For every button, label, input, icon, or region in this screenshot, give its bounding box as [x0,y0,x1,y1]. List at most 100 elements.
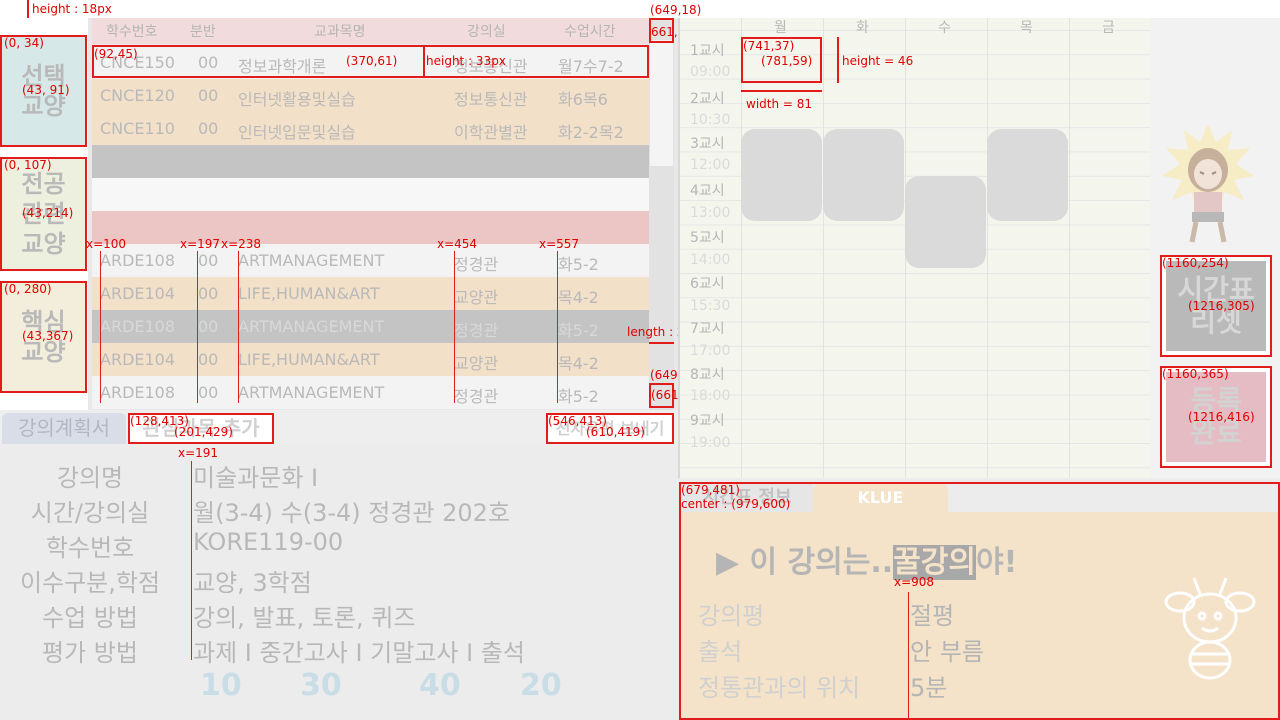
timetable-block[interactable] [741,129,822,221]
col-marker-238 [238,251,239,403]
timetable-block[interactable] [905,176,986,268]
score-midterm: 30 [300,668,342,703]
time-1030: 10:30 [690,112,731,128]
klue-headline: ▶ 이 강의는..꿀강의야! [716,537,1017,581]
time-0900: 09:00 [690,64,731,80]
col-marker-100 [100,251,101,403]
cell-name: 인터넷활용및실습 [238,90,356,109]
table-row[interactable]: ARDE104 00 LIFE,HUMAN&ART 교양관 목4-2 [92,277,649,310]
headline-prefix: ▶ 이 강의는.. [716,545,894,580]
cell-room: 교양관 [454,354,499,373]
cell-code: ARDE104 [100,350,176,369]
time-1400: 14:00 [690,252,731,268]
klue-label-attendance: 출석 [698,638,743,666]
annotation-top-height: height : 18px [32,2,112,16]
day-tue: 화 [856,20,869,36]
table-scrollbar-thumb[interactable] [650,40,673,166]
info-divider-marker [191,461,192,660]
cell-room: 정경관 [454,321,499,340]
info-value-name: 미술과문화 I [193,464,319,492]
annotation-x908: x=908 [894,575,935,589]
cell-code: ARDE108 [100,383,176,402]
table-row[interactable]: CNCE120 00 인터넷활용및실습 정보통신관 화6목6 [92,79,649,112]
timetable-header: 월 화 수 목 금 [680,16,1150,36]
table-row[interactable]: CNCE110 00 인터넷입문및실습 이학관별관 화2-2목2 [92,112,649,145]
klue-value-distance: 5분 [910,674,948,702]
info-value-time: 월(3-4) 수(3-4) 정경관 202호 [193,499,511,527]
annotation-cat2-center: (43,214) [22,206,74,220]
table-row-empty[interactable] [92,145,649,178]
cell-name: 인터넷입문및실습 [238,123,356,142]
cell-time: 화5-2 [558,255,599,274]
scrollbar-width-marker [649,342,674,344]
header-name: 교과목명 [314,24,366,40]
period-9: 9교시 [690,413,725,429]
cell-time: 화2-2목2 [558,123,624,142]
tab-syllabus-label: 강의계획서 [18,416,110,440]
info-label-method: 수업 방법 [42,604,138,632]
annotation-mail-center: (610,419) [586,425,645,439]
cell-code: CNCE110 [100,119,175,138]
col-marker-197 [197,251,198,403]
info-label-name: 강의명 [56,464,124,492]
col-marker-557 [557,251,558,403]
cell-room: 정보통신관 [454,90,528,109]
cell-time: 화5-2 [558,321,599,340]
info-value-code: KORE119-00 [193,528,344,556]
annotation-done-center: (1216,416) [1188,410,1255,424]
info-value-type: 교양, 3학점 [193,569,312,597]
day-mon: 월 [774,20,787,36]
annotation-row-height: height : 33px [426,54,506,68]
cell-name: ARTMANAGEMENT [238,383,385,402]
klue-label-review: 강의평 [698,602,765,630]
cell-time: 화6목6 [558,90,608,109]
info-label-code: 학수번호 [45,534,135,562]
table-row-empty[interactable] [92,178,649,211]
day-thu: 목 [1020,20,1033,36]
annotation-add-center: (201,429) [174,425,233,439]
klue-value-attendance: 안 부름 [910,638,984,666]
table-row[interactable]: ARDE104 00 LIFE,HUMAN&ART 교양관 목4-2 [92,343,649,376]
annotation-x557: x=557 [539,237,580,251]
cell-name: ARTMANAGEMENT [238,317,385,336]
time-1800: 18:00 [690,388,731,404]
header-section: 분반 [190,24,216,40]
cell-section: 00 [198,119,219,138]
annotation-reset-center: (1216,305) [1188,299,1255,313]
klue-label-distance: 정통관과의 위치 [698,674,861,702]
cell-section: 00 [198,251,219,270]
annotation-x454: x=454 [437,237,478,251]
cell-code: CNCE120 [100,86,175,105]
time-1300: 13:00 [690,205,731,221]
info-value-eval: 과제 I 중간고사 I 기말고사 I 출석 [193,639,525,667]
table-row[interactable]: ARDE108 00 ARTMANAGEMENT 정경관 화5-2 [92,376,649,409]
annotation-cat1-center: (43, 91) [22,83,70,97]
annotation-x100: x=100 [86,237,127,251]
period-1: 1교시 [690,43,725,59]
annotation-x191: x=191 [178,446,219,460]
table-row-selected[interactable]: ARDE108 00 ARTMANAGEMENT 정경관 화5-2 [92,310,649,343]
annotation-cat3-center: (43,367) [22,329,74,343]
annotation-tt-width: width = 81 [746,97,813,111]
time-1530: 15:30 [690,298,731,314]
cell-name: LIFE,HUMAN&ART [238,350,380,369]
time-1900: 19:00 [690,435,731,451]
cell-section: 00 [198,86,219,105]
cell-time: 목4-2 [558,288,599,307]
cell-code: ARDE108 [100,317,176,336]
period-4: 4교시 [690,183,725,199]
score-final: 40 [419,668,461,703]
annotation-tt-top: (741,37) [743,39,795,53]
tt-width-marker [741,90,822,92]
cell-code: ARDE104 [100,284,176,303]
timetable-block[interactable] [823,129,904,221]
cell-room: 교양관 [454,288,499,307]
header-time: 수업시간 [564,24,616,40]
timetable-block[interactable] [987,129,1068,221]
period-3: 3교시 [690,136,725,152]
tab-syllabus[interactable]: 강의계획서 [2,413,126,444]
time-1200: 12:00 [690,157,731,173]
annotation-x238: x=238 [221,237,262,251]
annotation-tt-height: height = 46 [842,54,914,68]
annotation-tt-center: (781,59) [761,54,813,68]
